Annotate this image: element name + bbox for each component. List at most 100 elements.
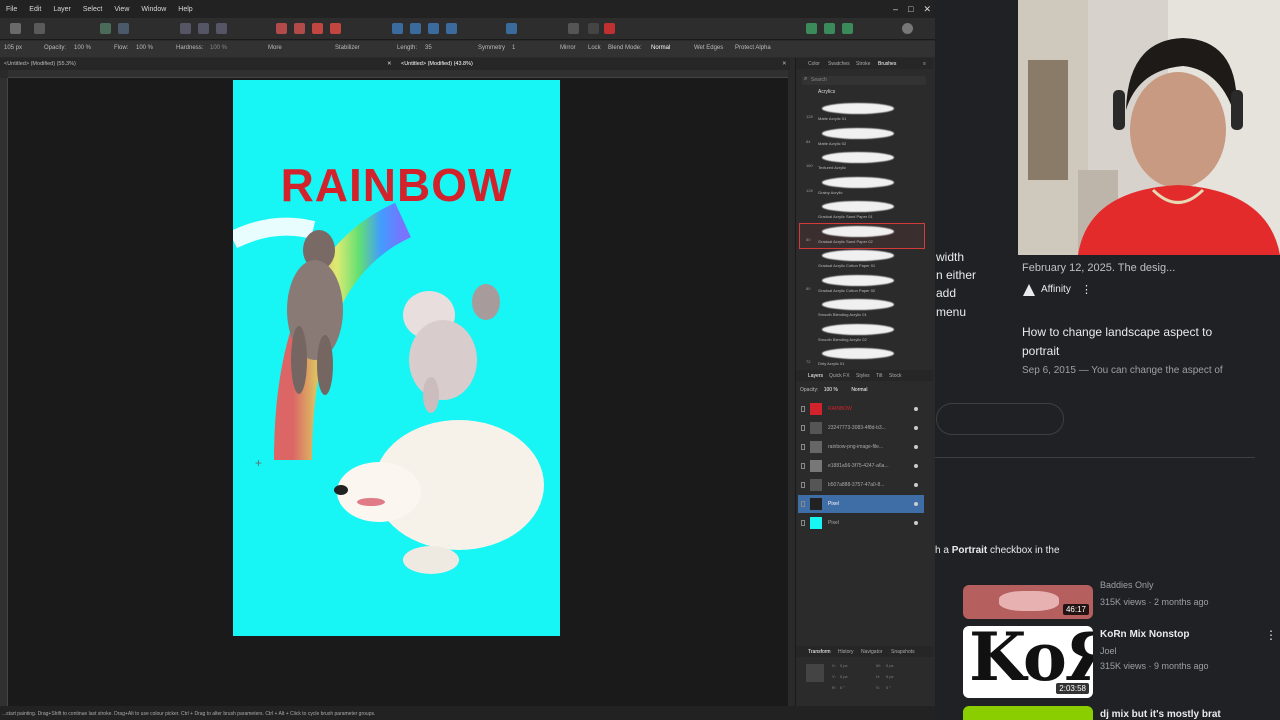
auto-levels-icon[interactable] bbox=[180, 23, 191, 34]
document-settings-icon[interactable] bbox=[100, 23, 111, 34]
more-options-icon[interactable]: ⋮ bbox=[1081, 283, 1092, 296]
video-thumbnail-3[interactable] bbox=[963, 706, 1093, 720]
menu-edit[interactable]: Edit bbox=[23, 6, 47, 13]
anchor-grid-icon[interactable] bbox=[806, 664, 824, 682]
menu-layer[interactable]: Layer bbox=[47, 6, 77, 13]
maximize-button[interactable]: □ bbox=[908, 0, 913, 18]
tab-swatches[interactable]: Swatches bbox=[828, 61, 850, 67]
tab-color[interactable]: Color bbox=[808, 61, 820, 67]
tab-styles[interactable]: Styles bbox=[856, 373, 870, 379]
tab-layers[interactable]: Layers bbox=[808, 373, 823, 379]
video-title-3[interactable]: dj mix but it's mostly brat bbox=[1100, 709, 1221, 720]
video-thumbnail-1[interactable]: 46:17 bbox=[963, 585, 1093, 619]
result-title-line2[interactable]: portrait bbox=[1022, 344, 1059, 358]
transform-s-field[interactable]: 0 ° bbox=[886, 685, 891, 690]
record-icon[interactable] bbox=[604, 23, 615, 34]
video-title-2[interactable]: KoRn Mix Nonstop bbox=[1100, 629, 1189, 640]
brush-preset-item[interactable]: 72 Dirty Acrylic 01 bbox=[800, 346, 924, 370]
layer-visibility-icon[interactable] bbox=[914, 426, 918, 430]
layer-visibility-icon[interactable] bbox=[914, 464, 918, 468]
settings-gear-icon[interactable] bbox=[118, 23, 129, 34]
video-more-icon[interactable]: ⋮ bbox=[1265, 628, 1277, 642]
flow-field[interactable]: 100 % bbox=[136, 45, 153, 51]
transform-r-field[interactable]: 0 ° bbox=[840, 685, 845, 690]
menu-file[interactable]: File bbox=[0, 6, 23, 13]
layer-lock-icon[interactable] bbox=[801, 444, 805, 450]
length-field[interactable]: 35 bbox=[425, 45, 432, 51]
tab-transform[interactable]: Transform bbox=[808, 649, 831, 655]
export-icon[interactable] bbox=[842, 23, 853, 34]
feedback-pill[interactable] bbox=[936, 403, 1064, 435]
layer-lock-icon[interactable] bbox=[801, 520, 805, 526]
layer-row[interactable]: Pixel bbox=[798, 514, 924, 532]
layer-lock-icon[interactable] bbox=[801, 482, 805, 488]
view-mode-icon[interactable] bbox=[568, 23, 579, 34]
quick-mask-icon[interactable] bbox=[330, 23, 341, 34]
brush-preset-item[interactable]: 84 Matte Acrylic 02 bbox=[800, 126, 924, 150]
menu-help[interactable]: Help bbox=[172, 6, 198, 13]
opacity-field[interactable]: 100 % bbox=[74, 45, 91, 51]
brush-preset-item[interactable]: Gradual Acrylic Sand Paper 01 bbox=[800, 199, 924, 223]
auto-colors-icon[interactable] bbox=[216, 23, 227, 34]
layer-row[interactable]: b507a888-3757-47a0-8... bbox=[798, 476, 924, 494]
doc-tab-2[interactable]: <Untitled> (Modified) (43.8%) bbox=[401, 61, 473, 67]
minimize-button[interactable]: – bbox=[893, 0, 898, 18]
layer-row[interactable]: Pixel bbox=[798, 495, 924, 513]
layer-lock-icon[interactable] bbox=[801, 463, 805, 469]
layer-lock-icon[interactable] bbox=[801, 501, 805, 507]
persona-photo-icon[interactable] bbox=[10, 23, 21, 34]
layer-visibility-icon[interactable] bbox=[914, 445, 918, 449]
tab-stroke[interactable]: Stroke bbox=[856, 61, 870, 67]
align-icon[interactable] bbox=[428, 23, 439, 34]
layer-blend-dropdown[interactable]: Normal bbox=[851, 387, 867, 393]
tab-brushes[interactable]: Brushes bbox=[878, 61, 896, 67]
snapping-icon[interactable] bbox=[506, 23, 517, 34]
layer-visibility-icon[interactable] bbox=[914, 521, 918, 525]
tab-tilt[interactable]: Tilt bbox=[876, 373, 882, 379]
brush-preset-item[interactable]: 80 Gradual Acrylic Cotton Paper 02 bbox=[800, 273, 924, 297]
brush-preset-item[interactable]: Gradual Acrylic Cotton Paper 01 bbox=[800, 248, 924, 272]
layer-lock-icon[interactable] bbox=[801, 406, 805, 412]
video-channel-2[interactable]: Joel bbox=[1100, 646, 1117, 656]
doc-tab-1[interactable]: <Untitled> (Modified) (55.3%) bbox=[4, 61, 76, 67]
protect-alpha-checkbox[interactable]: Protect Alpha bbox=[735, 45, 771, 51]
transform-h-field[interactable]: 0 px bbox=[886, 674, 894, 679]
wet-edges-checkbox[interactable]: Wet Edges bbox=[694, 45, 723, 51]
result-source[interactable]: Affinity bbox=[1041, 284, 1071, 295]
tab-quick-fx[interactable]: Quick FX bbox=[829, 373, 850, 379]
layer-visibility-icon[interactable] bbox=[914, 502, 918, 506]
symmetry-field[interactable]: 1 bbox=[512, 45, 515, 51]
more-button[interactable]: More bbox=[268, 45, 282, 51]
blend-mode-dropdown[interactable]: Normal bbox=[651, 45, 670, 51]
layer-row[interactable]: 23247773-3083-4f8d-b3... bbox=[798, 419, 924, 437]
brush-preset-item[interactable]: 128 Matte Acrylic 01 bbox=[800, 101, 924, 125]
close-button[interactable]: ✕ bbox=[923, 0, 931, 18]
brush-mode-icon[interactable] bbox=[294, 23, 305, 34]
result-title-line1[interactable]: How to change landscape aspect to bbox=[1022, 325, 1212, 339]
tab-history[interactable]: History bbox=[838, 649, 854, 655]
transform-x-field[interactable]: 0 px bbox=[840, 663, 848, 668]
brush-preset-item[interactable]: 80 Gradual Acrylic Sand Paper 02 bbox=[799, 222, 925, 249]
brush-preset-item[interactable]: 160 Textured Acrylic bbox=[800, 150, 924, 174]
assistant-icon[interactable] bbox=[806, 23, 817, 34]
brush-preset-item[interactable]: Smooth Blending Acrylic 01 bbox=[800, 297, 924, 321]
video-title-1[interactable]: Baddies Only bbox=[1100, 580, 1154, 590]
doc-tab-close-icon[interactable]: ✕ bbox=[387, 61, 392, 67]
color-tool-icon[interactable] bbox=[276, 23, 287, 34]
layer-row[interactable]: RAINBOW bbox=[798, 400, 924, 418]
tab-stock[interactable]: Stock bbox=[889, 373, 902, 379]
video-thumbnail-2[interactable]: KoЯn 2:03:58 bbox=[963, 626, 1093, 698]
tab-snapshots[interactable]: Snapshots bbox=[891, 649, 915, 655]
layer-visibility-icon[interactable] bbox=[914, 407, 918, 411]
flip-icon[interactable] bbox=[446, 23, 457, 34]
arrange-back-icon[interactable] bbox=[392, 23, 403, 34]
pixel-view-icon[interactable] bbox=[588, 23, 599, 34]
menu-view[interactable]: View bbox=[108, 6, 135, 13]
transform-y-field[interactable]: 0 px bbox=[840, 674, 848, 679]
doc-tab-close-icon-2[interactable]: ✕ bbox=[782, 61, 787, 67]
brush-preset-item[interactable]: Smooth Blending Acrylic 02 bbox=[800, 322, 924, 346]
lock-checkbox[interactable]: Lock bbox=[588, 45, 601, 51]
tab-navigator[interactable]: Navigator bbox=[861, 649, 882, 655]
menu-window[interactable]: Window bbox=[135, 6, 172, 13]
transform-w-field[interactable]: 0 px bbox=[886, 663, 894, 668]
